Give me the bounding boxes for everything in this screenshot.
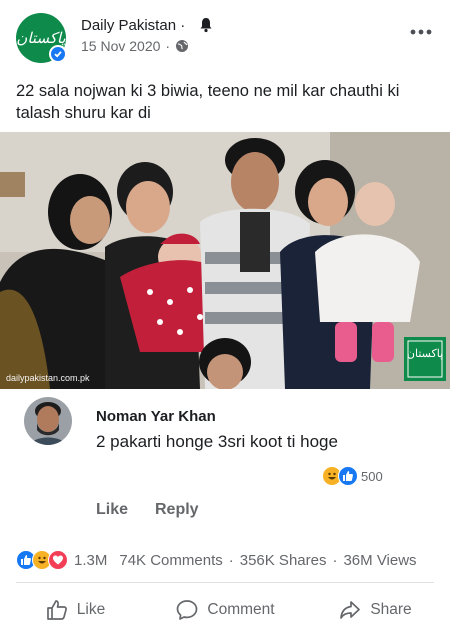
page-name-row[interactable]: Daily Pakistan · [81, 17, 185, 34]
share-count[interactable]: 356K Shares [240, 552, 327, 569]
view-count: 36M Views [343, 551, 417, 569]
love-reaction-icon [48, 550, 68, 570]
reaction-total[interactable]: 1.3M [74, 552, 107, 569]
globe-icon [176, 40, 189, 52]
actions-divider [16, 582, 434, 583]
comment-icon [177, 600, 198, 620]
photo-watermark: dailypakistan.com.pk [6, 373, 90, 383]
more-icon[interactable] [410, 28, 432, 36]
post-date[interactable]: 15 Nov 2020 [81, 38, 160, 54]
share-button[interactable]: Share [300, 590, 450, 630]
share-label: Share [370, 601, 412, 618]
post-caption: 22 sala nojwan ki 3 biwia, teeno ne mil … [16, 82, 400, 122]
comment-reaction-count: 500 [361, 468, 383, 484]
stats-separator: · [332, 551, 338, 569]
stats-separator: · [228, 551, 234, 569]
photo-logo: پاکستان [406, 347, 444, 360]
comment-reactions[interactable]: 500 [322, 466, 383, 486]
share-icon [340, 601, 361, 619]
bell-icon[interactable] [199, 17, 213, 33]
comment-reply-button[interactable]: Reply [155, 501, 199, 519]
comment-button[interactable]: Comment [150, 590, 300, 630]
comment-like-button[interactable]: Like [96, 501, 128, 519]
comment-text: 2 pakarti honge 3sri koot ti hoge [96, 432, 338, 451]
commenter-avatar-image [24, 397, 72, 445]
like-reaction-icon [338, 466, 358, 486]
date-separator: · [165, 38, 171, 54]
like-button[interactable]: Like [0, 590, 150, 630]
family-photo-image [0, 132, 450, 389]
comment-count[interactable]: 74K Comments [119, 552, 222, 569]
comment-label: Comment [207, 601, 275, 618]
post-reactions[interactable] [16, 550, 68, 570]
thumbs-up-icon [46, 600, 67, 620]
name-separator: · [180, 17, 186, 34]
commenter-avatar[interactable] [24, 397, 72, 445]
comment-author[interactable]: Noman Yar Khan [96, 408, 216, 425]
post-actions: Like Comment Share [0, 590, 450, 630]
post-header: پاکستان Daily Pakistan · 15 Nov 2020 · [0, 0, 450, 72]
like-label: Like [76, 601, 106, 618]
post-photo[interactable]: پاکستان [0, 132, 450, 389]
page-name[interactable]: Daily Pakistan [81, 17, 176, 34]
post-stats: 1.3M 74K Comments · 356K Shares · 36M Vi… [16, 550, 417, 570]
post-meta: 15 Nov 2020 · [81, 38, 189, 54]
verified-badge-icon [49, 45, 67, 63]
